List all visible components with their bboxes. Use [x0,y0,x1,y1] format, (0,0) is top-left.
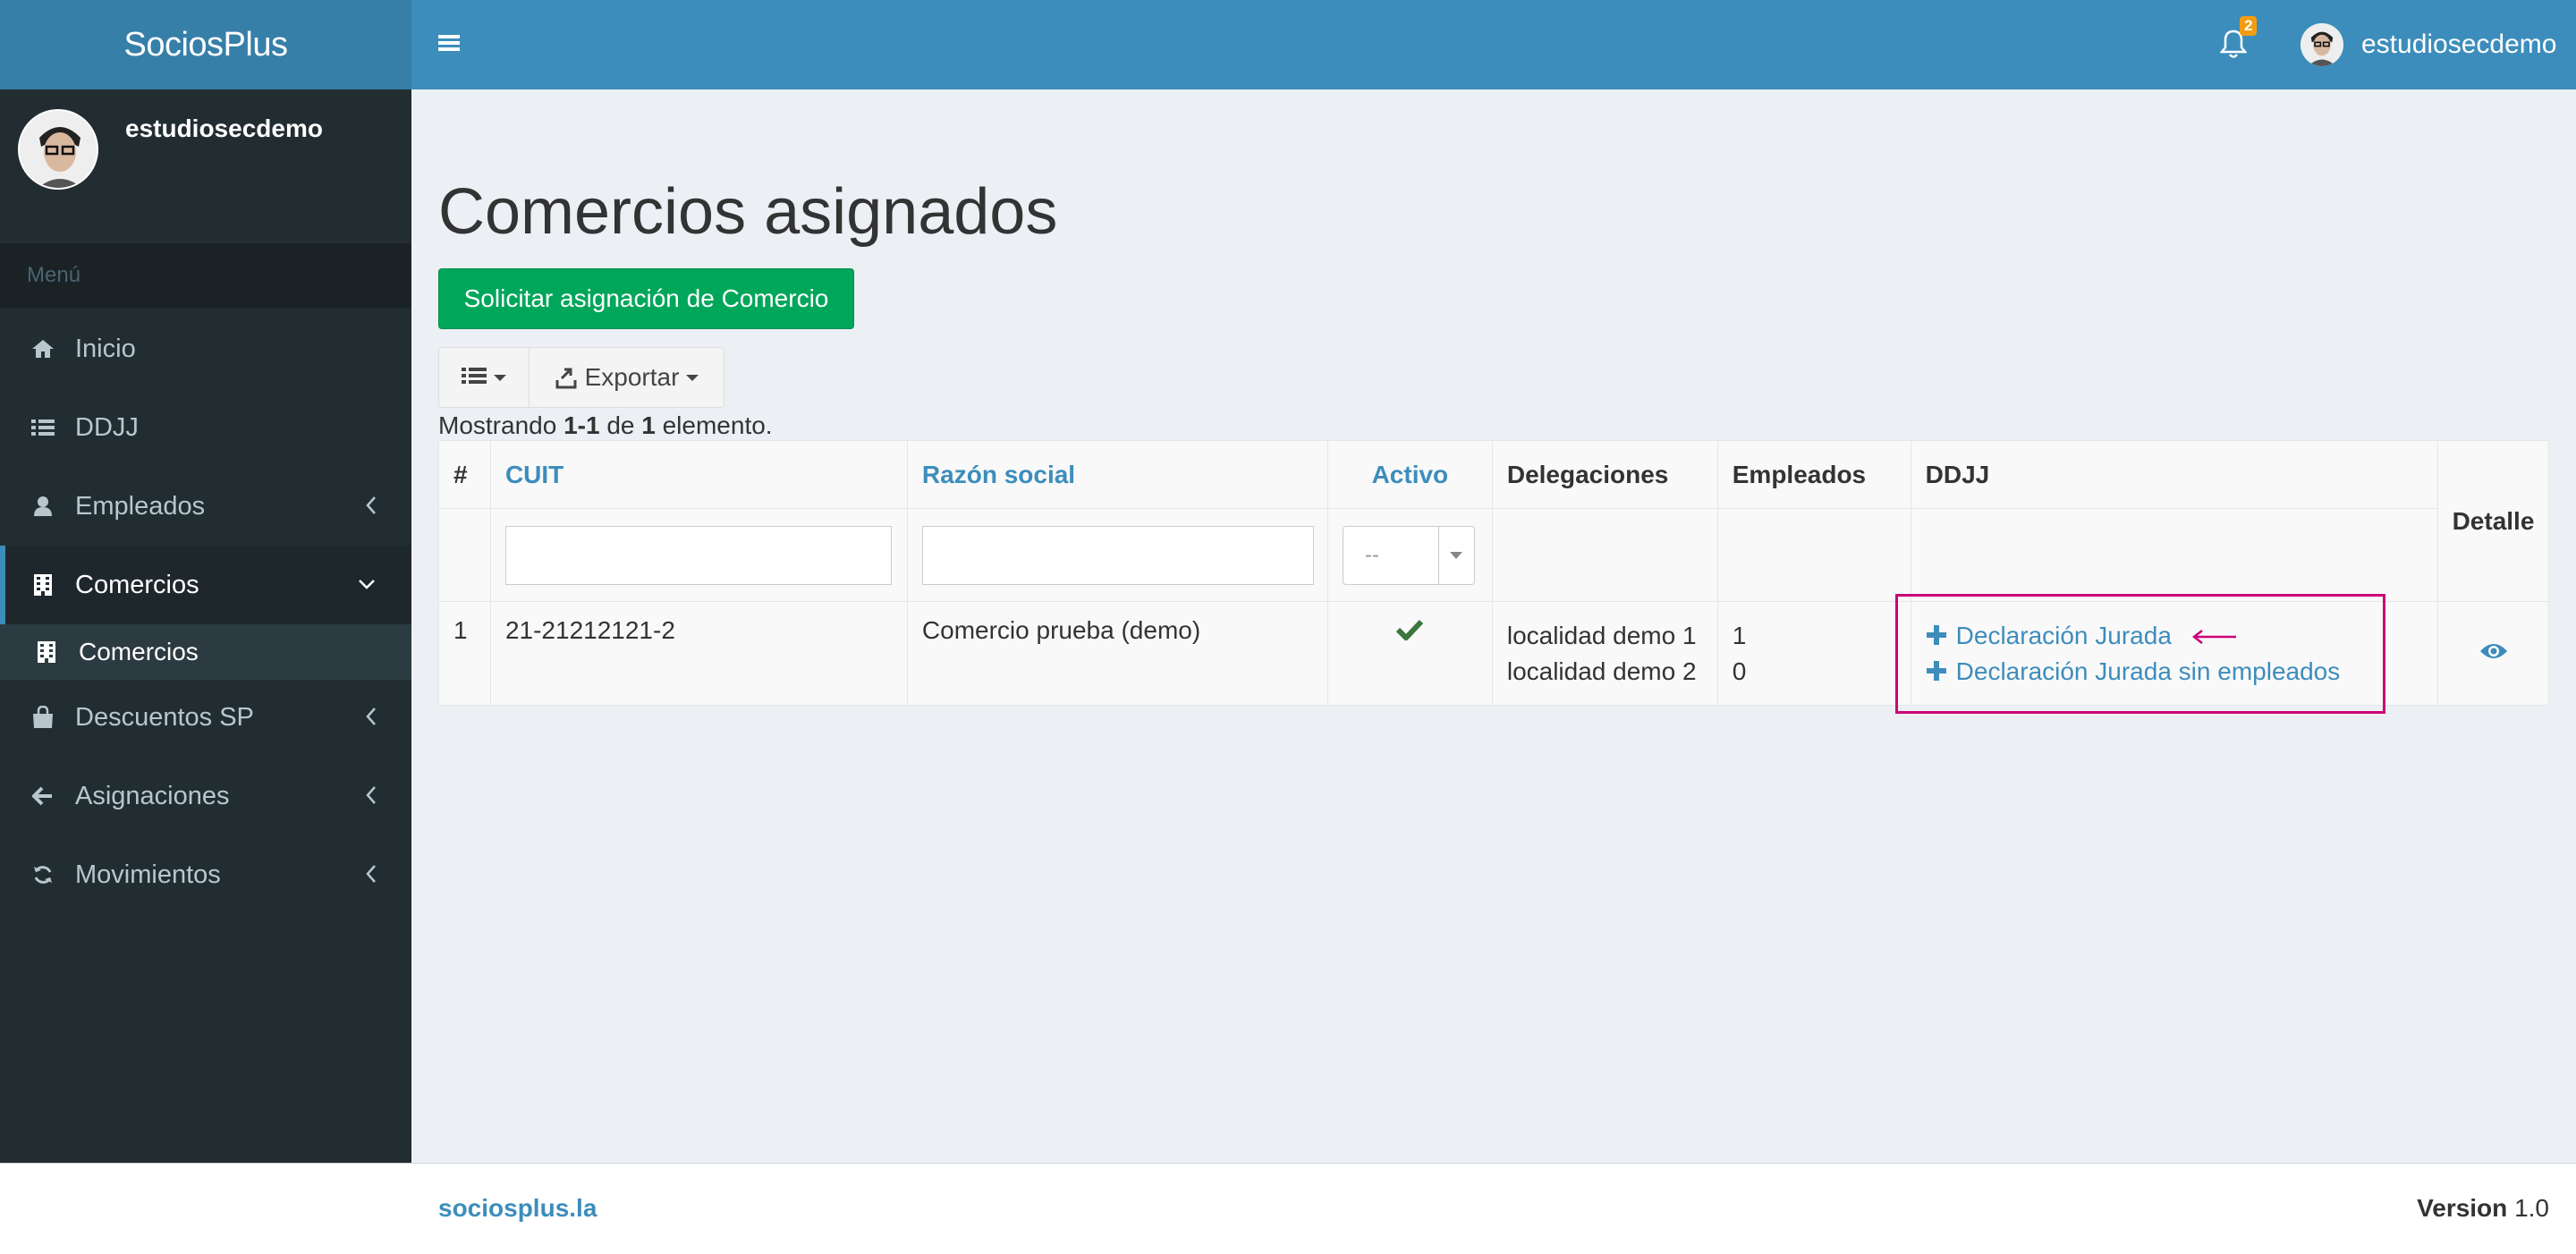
results-summary: Mostrando 1-1 de 1 elemento. [438,411,773,439]
sidebar-item-empleados[interactable]: Empleados [0,467,411,546]
export-button[interactable]: Exportar [530,347,724,408]
plus-icon [1926,654,1947,690]
table-filter-row: -- [438,508,2549,602]
footer: sociosplus.la Version 1.0 [0,1163,2576,1254]
column-header-empleados: Empleados [1716,440,1911,509]
eye-icon[interactable] [2479,640,2508,667]
footer-version: Version 1.0 [2417,1194,2549,1222]
column-header-delegaciones: Delegaciones [1491,440,1718,509]
annotation-arrow-icon [2191,628,2238,650]
home-icon [27,339,59,359]
avatar[interactable] [2301,23,2343,66]
sidebar-item-asignaciones[interactable]: Asignaciones [0,757,411,835]
declaracion-jurada-label: Declaración Jurada [1955,621,2172,649]
column-header-razon-social[interactable]: Razón social [906,440,1328,509]
request-assignment-button[interactable]: Solicitar asignación de Comercio [438,268,854,329]
sidebar-user-name: estudiosecdemo [125,114,323,142]
sidebar-item-label: Inicio [75,334,136,363]
plus-icon [1926,618,1947,654]
hamburger-menu-icon[interactable] [438,32,460,58]
arrow-left-icon [27,786,59,806]
shopping-bag-icon [27,706,59,729]
main-content: Comercios asignados Solicitar asignación… [411,89,2576,1163]
footer-site-link[interactable]: sociosplus.la [438,1194,597,1223]
sidebar-item-label: Asignaciones [75,781,230,810]
building-icon [30,640,63,664]
sidebar-item-comercios[interactable]: Comercios [0,546,411,624]
razon-social-filter-input[interactable] [921,525,1314,585]
comercios-table: # CUIT Razón social Activo Delegaciones … [438,440,2549,706]
list-icon [462,363,487,392]
top-navbar: 2 estudiosecdemo [411,0,2576,89]
sidebar-item-descuentos-sp[interactable]: Descuentos SP [0,678,411,757]
sidebar-item-label: Descuentos SP [75,702,254,732]
delegacion-item: localidad demo 1 [1506,621,1697,649]
column-header-ddjj: DDJJ [1910,440,2439,509]
cuit-filter-input[interactable] [504,525,892,585]
building-icon [27,573,59,597]
row-razon-social: Comercio prueba (demo) [906,601,1328,706]
sidebar-item-label: Empleados [75,491,206,521]
avatar [18,109,98,190]
sidebar-item-label: Comercios [75,570,199,599]
app-logo[interactable]: SociosPlus [0,0,411,89]
declaracion-jurada-sin-empleados-link[interactable]: Declaración Jurada sin empleados [1926,654,2437,690]
column-header-cuit[interactable]: CUIT [489,440,908,509]
menu-header: Menú [0,243,411,308]
activo-filter-value: -- [1364,542,1379,567]
sidebar-subitem-label: Comercios [79,638,199,665]
row-detalle [2437,601,2549,706]
row-activo [1326,601,1493,706]
sidebar-item-label: Movimientos [75,860,221,889]
header-user-name[interactable]: estudiosecdemo [2361,30,2556,60]
sidebar: SociosPlus estudiosecdemo Menú Inicio DD… [0,0,411,1163]
row-delegaciones: localidad demo 1 localidad demo 2 [1491,601,1718,706]
column-toggle-button[interactable] [438,347,530,408]
row-empleados: 1 0 [1716,601,1911,706]
declaracion-jurada-link[interactable]: Declaración Jurada [1926,618,2437,654]
caret-down-icon [494,374,506,381]
delegacion-item: localidad demo 2 [1506,657,1697,685]
toolbar: Exportar [438,347,724,408]
table-row: 1 21-21212121-2 Comercio prueba (demo) l… [438,601,2549,706]
sidebar-item-label: DDJJ [75,412,139,442]
refresh-icon [27,864,59,885]
chevron-left-icon [365,494,377,523]
chevron-left-icon [365,862,377,892]
chevron-left-icon [365,784,377,813]
notification-badge: 2 [2240,16,2258,36]
chevron-left-icon [365,705,377,734]
user-panel: estudiosecdemo [0,89,411,241]
caret-down-icon [686,374,699,381]
empleados-count: 0 [1732,657,1747,685]
sidebar-item-ddjj[interactable]: DDJJ [0,388,411,467]
sidebar-item-inicio[interactable]: Inicio [0,309,411,388]
column-header-detalle: Detalle [2437,440,2549,602]
row-cuit: 21-21212121-2 [489,601,908,706]
list-icon [27,418,59,437]
table-header-row: # CUIT Razón social Activo Delegaciones … [438,440,2549,602]
user-icon [27,496,59,517]
export-icon [555,366,578,389]
sidebar-item-movimientos[interactable]: Movimientos [0,835,411,914]
column-header-number: # [438,440,491,509]
sidebar-subitem-comercios[interactable]: Comercios [0,624,411,680]
check-icon [1396,618,1424,646]
empleados-count: 1 [1732,621,1747,649]
row-ddjj: Declaración Jurada Declaración Jurada si… [1910,601,2439,706]
declaracion-jurada-sin-empleados-label: Declaración Jurada sin empleados [1955,657,2341,685]
export-label: Exportar [584,363,680,391]
chevron-down-icon [356,572,377,602]
column-header-activo[interactable]: Activo [1326,440,1493,509]
page-title: Comercios asignados [438,176,1058,248]
activo-filter-select[interactable]: -- [1342,525,1475,585]
row-number: 1 [438,601,491,706]
caret-down-icon [1437,526,1474,584]
